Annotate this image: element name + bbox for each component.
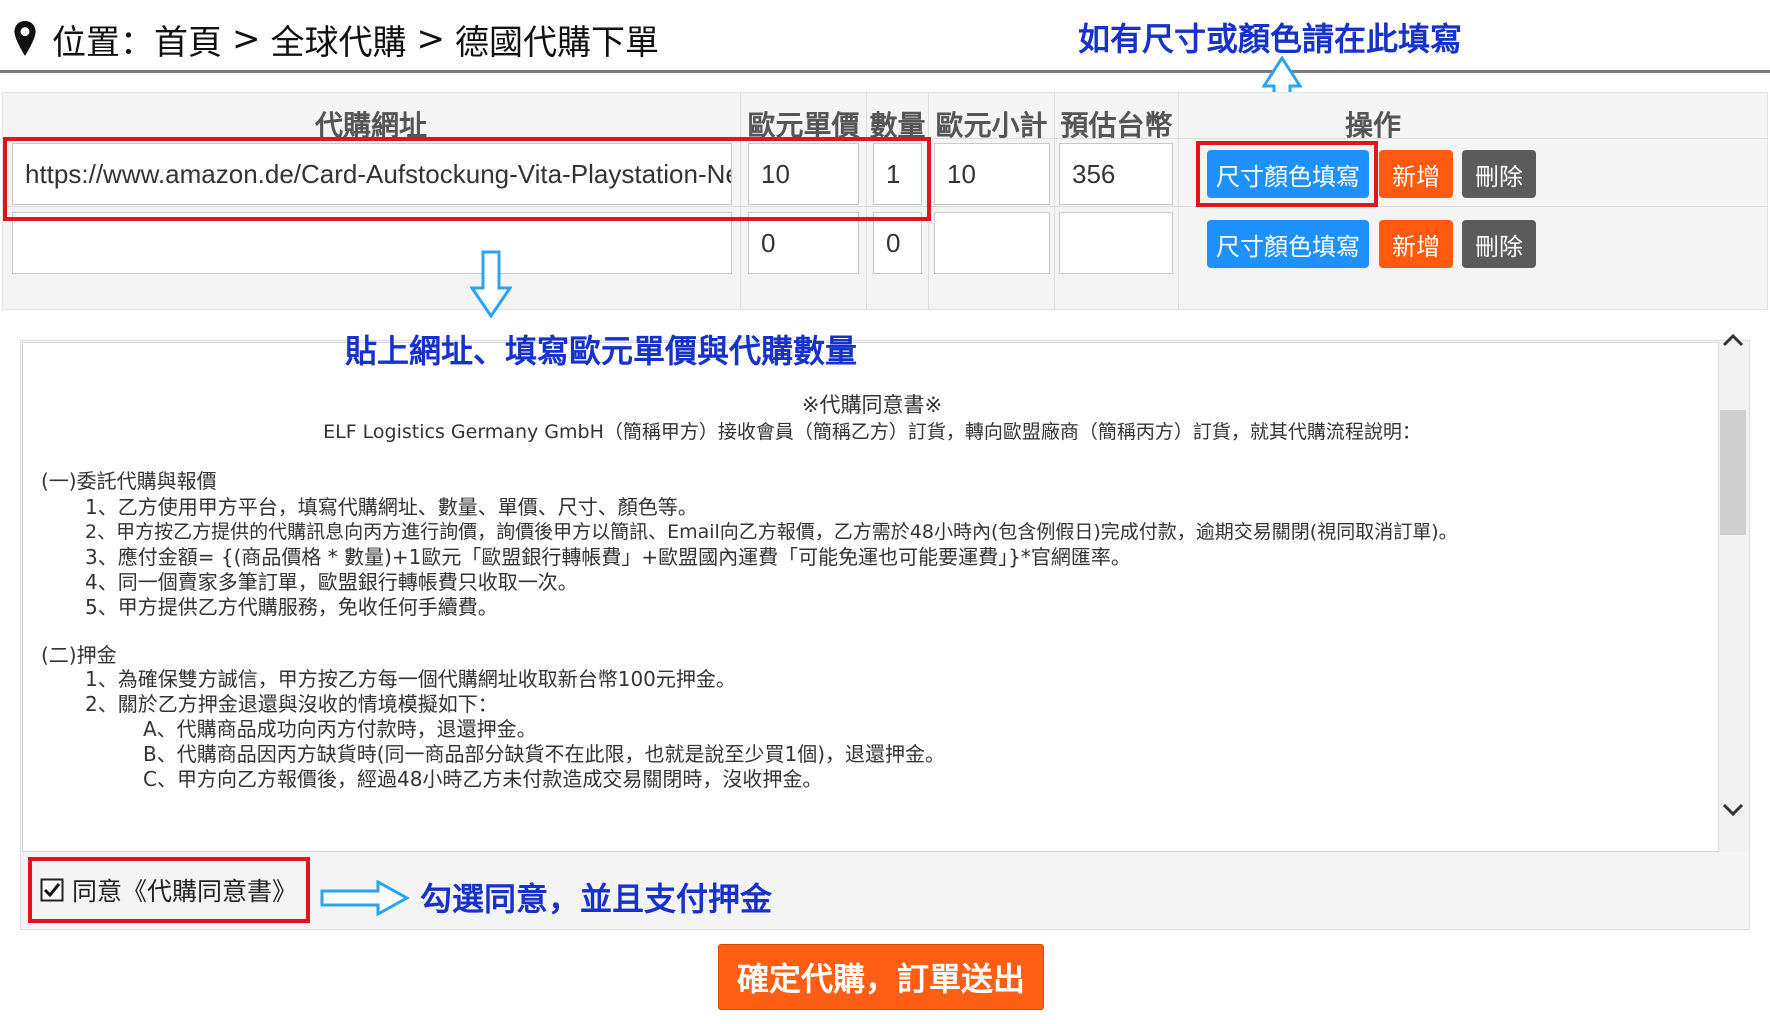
breadcrumb-label: 位置： — [52, 22, 154, 63]
highlight-url-price-qty — [3, 137, 931, 221]
section-heading: (一)委託代購與報價 — [41, 469, 217, 493]
agreement-item: 5、甲方提供乙方代購服務，免收任何手續費。 — [85, 595, 498, 619]
chevron-up-icon[interactable] — [1722, 332, 1744, 348]
agree-checkbox-row[interactable]: 同意《代購同意書》 — [40, 872, 297, 908]
agreement-subitem: C、甲方向乙方報價後，經過48小時乙方未付款造成交易關閉時，沒收押金。 — [143, 767, 823, 791]
delete-row-button[interactable]: 刪除 — [1462, 220, 1536, 268]
subtotal-eur-field: 10 — [934, 143, 1050, 205]
breadcrumb-home[interactable]: 首頁 — [154, 15, 222, 64]
annotation-size-color: 如有尺寸或顏色請在此填寫 — [1078, 20, 1463, 58]
agreement-item: 3、應付金額= {(商品價格 * 數量)+1歐元「歐盟銀行轉帳費」+歐盟國內運費… — [85, 545, 1131, 569]
url-input[interactable] — [12, 212, 732, 274]
qty-input[interactable]: 0 — [873, 212, 922, 274]
breadcrumb: 位置： 首頁 > 全球代購 > 德國代購下單 — [12, 14, 659, 64]
arrow-down-icon — [470, 250, 512, 318]
chevron-down-icon[interactable] — [1722, 802, 1744, 818]
agreement-intro: ELF Logistics Germany GmbH（簡稱甲方）接收會員（簡稱乙… — [323, 421, 1421, 443]
add-row-button[interactable]: 新增 — [1379, 220, 1453, 268]
location-pin-icon — [14, 21, 36, 56]
breadcrumb-separator: > — [416, 19, 446, 59]
price-eur-input[interactable]: 0 — [748, 212, 859, 274]
agreement-item: 4、同一個賣家多筆訂單，歐盟銀行轉帳費只收取一次。 — [85, 570, 578, 594]
annotation-paste-url: 貼上網址、填寫歐元單價與代購數量 — [345, 332, 858, 370]
size-color-button[interactable]: 尺寸顏色填寫 — [1207, 220, 1369, 268]
est-twd-field: 356 — [1059, 143, 1173, 205]
agreement-item: 1、為確保雙方誠信，甲方按乙方每一個代購網址收取新台幣100元押金。 — [85, 667, 736, 691]
agreement-subitem: A、代購商品成功向丙方付款時，退還押金。 — [143, 717, 537, 741]
submit-order-button[interactable]: 確定代購，訂單送出 — [718, 944, 1044, 1010]
arrow-right-icon — [320, 880, 410, 916]
scrollbar-thumb[interactable] — [1720, 410, 1746, 535]
subtotal-eur-field — [934, 212, 1050, 274]
agreement-subitem: B、代購商品因丙方缺貨時(同一商品部分缺貨不在此限，也就是說至少買1個)，退還押… — [143, 742, 946, 766]
agree-checkbox-label[interactable]: 同意《代購同意書》 — [72, 872, 297, 908]
agreement-scroll-area[interactable]: ※代購同意書※ ELF Logistics Germany GmbH（簡稱甲方）… — [22, 342, 1720, 852]
breadcrumb-global[interactable]: 全球代購 — [271, 15, 407, 64]
breadcrumb-divider — [0, 70, 1770, 73]
highlight-size-color-button — [1196, 141, 1378, 207]
agreement-item: 1、乙方使用甲方平台，填寫代購網址、數量、單價、尺寸、顏色等。 — [85, 495, 698, 519]
checkbox-checked-icon[interactable] — [40, 878, 64, 902]
add-row-button[interactable]: 新增 — [1379, 150, 1453, 198]
breadcrumb-current: 德國代購下單 — [455, 22, 659, 63]
agreement-item: 2、甲方按乙方提供的代購訊息向丙方進行詢價，詢價後甲方以簡訊、Email向乙方報… — [85, 521, 1458, 543]
agreement-title: ※代購同意書※ — [801, 393, 943, 417]
est-twd-field — [1059, 212, 1173, 274]
annotation-check-agree: 勾選同意，並且支付押金 — [420, 880, 773, 918]
breadcrumb-separator: > — [232, 19, 261, 59]
delete-row-button[interactable]: 刪除 — [1462, 150, 1536, 198]
agreement-item: 2、關於乙方押金退還與沒收的情境模擬如下： — [85, 692, 498, 716]
